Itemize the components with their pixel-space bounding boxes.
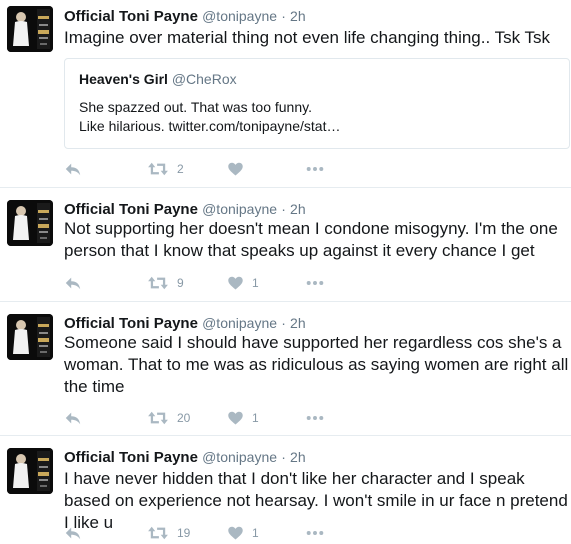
timestamp[interactable]: 2h — [290, 201, 306, 217]
retweet-count: 2 — [177, 162, 184, 176]
reply-icon — [64, 524, 82, 542]
quoted-text-line: She spazzed out. That was too funny. — [79, 99, 312, 115]
separator-dot: · — [281, 201, 286, 217]
heart-icon — [227, 410, 244, 427]
quoted-author-name: Heaven's Girl — [79, 71, 168, 87]
tweet-1[interactable]: Official Toni Payne @tonipayne · 2h Imag… — [0, 0, 571, 188]
reply-icon — [64, 409, 82, 427]
author-handle[interactable]: @tonipayne — [202, 8, 277, 24]
retweet-button[interactable]: 9 — [147, 272, 184, 294]
separator-dot: · — [281, 315, 286, 331]
tweet-header: Official Toni Payne @tonipayne · 2h — [64, 447, 306, 468]
quoted-tweet[interactable]: Heaven's Girl @CheRox She spazzed out. T… — [64, 58, 570, 149]
tweet-actions: 9 1 — [64, 272, 364, 294]
like-count: 1 — [252, 276, 259, 290]
separator-dot: · — [281, 8, 286, 24]
timestamp[interactable]: 2h — [290, 315, 306, 331]
retweet-icon — [147, 274, 169, 292]
like-count: 1 — [252, 411, 259, 425]
tweet-3[interactable]: Official Toni Payne @tonipayne · 2h Some… — [0, 302, 571, 436]
reply-button[interactable] — [64, 158, 82, 180]
tweet-2[interactable]: Official Toni Payne @tonipayne · 2h Not … — [0, 188, 571, 302]
reply-icon — [64, 274, 82, 292]
author-handle[interactable]: @tonipayne — [202, 201, 277, 217]
heart-icon — [227, 161, 244, 178]
like-button[interactable]: 1 — [227, 272, 259, 294]
author-name[interactable]: Official Toni Payne — [64, 201, 198, 218]
tweet-4[interactable]: Official Toni Payne @tonipayne · 2h I ha… — [0, 436, 571, 541]
retweet-count: 20 — [177, 411, 191, 425]
author-name[interactable]: Official Toni Payne — [64, 449, 198, 466]
author-handle[interactable]: @tonipayne — [202, 315, 277, 331]
author-name[interactable]: Official Toni Payne — [64, 8, 198, 25]
avatar[interactable] — [7, 314, 53, 360]
tweet-actions: 20 1 — [64, 407, 364, 429]
tweet-text: Not supporting her doesn't mean I condon… — [64, 219, 558, 260]
more-button[interactable] — [306, 272, 324, 294]
like-button[interactable] — [227, 158, 252, 180]
reply-button[interactable] — [64, 272, 82, 294]
separator-dot: · — [281, 449, 286, 465]
more-icon — [306, 160, 324, 178]
like-button[interactable]: 1 — [227, 407, 259, 429]
retweet-count: 9 — [177, 276, 184, 290]
more-button[interactable] — [306, 407, 324, 429]
heart-icon — [227, 275, 244, 292]
more-icon — [306, 274, 324, 292]
retweet-button[interactable]: 20 — [147, 407, 190, 429]
avatar[interactable] — [7, 200, 53, 246]
retweet-count: 19 — [177, 526, 191, 540]
timestamp[interactable]: 2h — [290, 449, 306, 465]
tweet-text: Imagine over material thing not even lif… — [64, 28, 551, 47]
tweet-header: Official Toni Payne @tonipayne · 2h — [64, 313, 306, 334]
quoted-author-handle: @CheRox — [171, 71, 237, 87]
avatar[interactable] — [7, 448, 53, 494]
avatar[interactable] — [7, 6, 53, 52]
author-handle[interactable]: @tonipayne — [202, 449, 277, 465]
like-count: 1 — [252, 526, 259, 540]
retweet-icon — [147, 160, 169, 178]
reply-button[interactable] — [64, 407, 82, 429]
reply-icon — [64, 160, 82, 178]
author-name[interactable]: Official Toni Payne — [64, 315, 198, 332]
timestamp[interactable]: 2h — [290, 8, 306, 24]
tweet-text: Someone said I should have supported her… — [64, 333, 569, 396]
more-button[interactable] — [306, 158, 324, 180]
tweet-header: Official Toni Payne @tonipayne · 2h — [64, 6, 306, 27]
heart-icon — [227, 525, 244, 542]
tweet-header: Official Toni Payne @tonipayne · 2h — [64, 199, 306, 220]
retweet-button[interactable]: 2 — [147, 158, 184, 180]
tweet-actions: 2 — [64, 158, 364, 180]
retweet-icon — [147, 409, 169, 427]
more-icon — [306, 524, 324, 542]
retweet-icon — [147, 524, 169, 542]
quoted-text-line: Like hilarious. twitter.com/tonipayne/st… — [79, 118, 341, 134]
more-icon — [306, 409, 324, 427]
